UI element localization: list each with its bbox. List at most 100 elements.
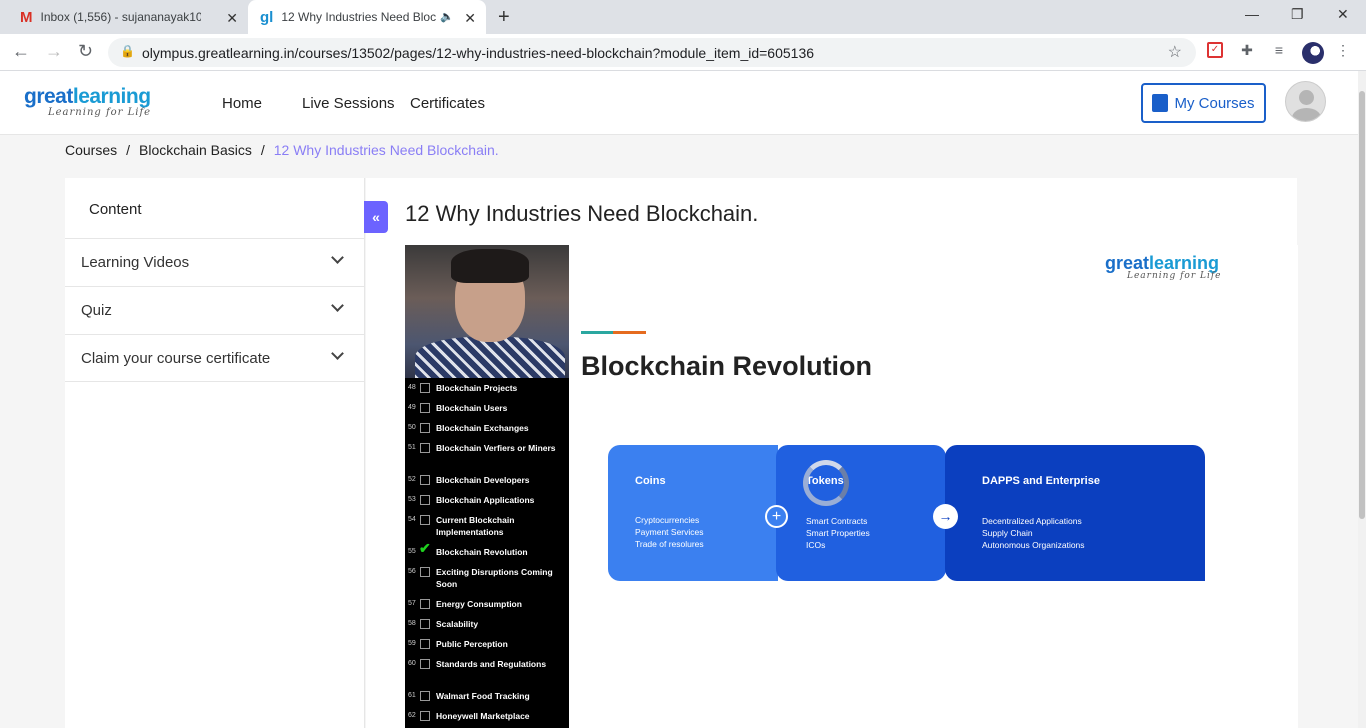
slide-title: Blockchain Revolution [581, 351, 873, 381]
card-coins: Coins Cryptocurrencies Payment Services … [608, 445, 778, 581]
loading-spinner-icon [803, 460, 849, 506]
topic-label: Energy Consumption [436, 599, 522, 609]
lock-icon[interactable]: 🔒 [120, 44, 135, 58]
accent-bar-teal [581, 331, 613, 334]
sidebar-item-label: Quiz [81, 302, 112, 319]
back-icon[interactable]: ← [12, 41, 30, 62]
browser-toolbar: ← → ↻ 🔒 olympus.greatlearning.in/courses… [0, 34, 1366, 71]
user-avatar[interactable] [1285, 81, 1326, 122]
my-courses-button[interactable]: My Courses [1141, 83, 1266, 123]
checkbox-icon [420, 599, 430, 609]
card-heading: Coins [635, 475, 666, 487]
new-tab-button[interactable]: + [498, 6, 510, 29]
checkbox-icon [420, 619, 430, 629]
extension-pocket-icon[interactable]: ✓ [1207, 42, 1223, 58]
tab-course-page[interactable]: gl 12 Why Industries Need Bloc 🔈 ✕ [248, 0, 486, 34]
card-line: Smart Contracts [806, 516, 868, 526]
topic-label: Blockchain Applications [436, 495, 535, 505]
topic-label: Walmart Food Tracking [436, 691, 530, 701]
breadcrumb-courses[interactable]: Courses [65, 142, 117, 158]
topic-number: 55 [408, 548, 416, 555]
logo-learning: learning [72, 85, 151, 108]
topic-label: Blockchain Users [436, 403, 508, 413]
topic-number: 51 [408, 444, 416, 451]
tab-title: 12 Why Industries Need Bloc [281, 10, 437, 24]
card-lines: Smart Contracts Smart Properties ICOs [806, 515, 870, 551]
address-bar[interactable]: 🔒 olympus.greatlearning.in/courses/13502… [108, 38, 1196, 67]
site-header: greatlearning Learning for Life Home Liv… [0, 71, 1358, 135]
topic-number: 48 [408, 384, 416, 391]
media-control-icon[interactable]: ≡ [1270, 42, 1288, 60]
scrollbar-thumb[interactable] [1359, 91, 1365, 519]
instructor-hair [451, 249, 529, 283]
checkbox-icon [420, 475, 430, 485]
browser-tab-bar: M Inbox (1,556) - sujananayak10@g ✕ gl 1… [0, 0, 1366, 34]
checkbox-icon [420, 691, 430, 701]
sidebar-item-claim-certificate[interactable]: Claim your course certificate [65, 334, 364, 382]
breadcrumb-separator: / [260, 142, 265, 158]
forward-icon[interactable]: → [45, 41, 63, 62]
reload-icon[interactable]: ↻ [78, 41, 93, 62]
collapse-sidebar-button[interactable]: « [364, 201, 388, 233]
my-courses-label: My Courses [1174, 94, 1255, 112]
sidebar-item-label: Claim your course certificate [81, 349, 271, 367]
page-scrollbar[interactable] [1358, 71, 1366, 728]
menu-icon[interactable]: ⋮ [1334, 42, 1352, 60]
topic-number: 62 [408, 712, 416, 719]
restore-icon[interactable]: ❐ [1291, 6, 1304, 23]
nav-live-sessions[interactable]: Live Sessions [302, 95, 395, 112]
card-lines: Cryptocurrencies Payment Services Trade … [635, 514, 704, 550]
card-lines: Decentralized Applications Supply Chain … [982, 515, 1085, 551]
checkbox-icon [420, 639, 430, 649]
slide: greatlearning Learning for Life Blockcha… [569, 245, 1298, 728]
checkbox-icon [420, 423, 430, 433]
greatlearning-favicon: gl [260, 8, 274, 26]
minimize-icon[interactable]: — [1245, 6, 1259, 22]
nav-home[interactable]: Home [222, 95, 262, 112]
sidebar-item-quiz[interactable]: Quiz [65, 286, 364, 334]
topic-number: 57 [408, 600, 416, 607]
extensions-puzzle-icon[interactable]: ✚ [1238, 42, 1256, 60]
topic-label: Blockchain Projects [436, 383, 518, 393]
checkbox-icon [420, 515, 430, 525]
topic-number: 56 [408, 568, 416, 575]
close-window-icon[interactable]: ✕ [1337, 6, 1349, 23]
bookmark-star-icon[interactable]: ☆ [1168, 42, 1182, 62]
card-line: Cryptocurrencies [635, 515, 700, 525]
page-title: 12 Why Industries Need Blockchain. [405, 201, 759, 226]
topic-label: Exciting Disruptions Coming Soon [436, 567, 553, 589]
checkbox-icon [420, 659, 430, 669]
chevron-down-icon [331, 299, 344, 312]
sidebar-heading: Content [89, 201, 142, 218]
logo-tagline: Learning for Life [48, 107, 152, 118]
breadcrumb-separator: / [126, 142, 131, 158]
avatar-head [1299, 90, 1314, 105]
audio-playing-icon[interactable]: 🔈 [440, 10, 454, 23]
tab-gmail[interactable]: M Inbox (1,556) - sujananayak10@g ✕ [8, 0, 248, 34]
topic-label: Blockchain Revolution [436, 547, 528, 557]
card-line: Payment Services [635, 527, 704, 537]
close-tab-icon[interactable]: ✕ [226, 10, 238, 27]
topic-label: Blockchain Developers [436, 475, 530, 485]
logo-great: great [24, 85, 73, 108]
breadcrumb-blockchain-basics[interactable]: Blockchain Basics [139, 142, 252, 158]
topic-number: 61 [408, 692, 416, 699]
checkbox-icon [420, 383, 430, 393]
card-line: Supply Chain [982, 528, 1033, 538]
slide-logo: greatlearning Learning for Life [1105, 253, 1222, 281]
instructor-webcam [405, 245, 569, 387]
book-icon [1152, 94, 1169, 112]
slide-logo-great: great [1105, 253, 1150, 273]
close-tab-icon[interactable]: ✕ [464, 10, 476, 27]
checkbox-icon [420, 567, 430, 577]
card-tokens: Tokens Smart Contracts Smart Properties … [776, 445, 946, 581]
sidebar-item-learning-videos[interactable]: Learning Videos [65, 238, 364, 286]
chevron-down-icon [331, 251, 344, 264]
gmail-icon: M [20, 8, 33, 26]
browser-profile-avatar[interactable] [1302, 42, 1324, 64]
greatlearning-logo[interactable]: greatlearning Learning for Life [24, 85, 151, 118]
content-sidebar: Content Learning Videos Quiz Claim your … [65, 178, 365, 728]
video-player[interactable]: 48 Blockchain Projects 49 Blockchain Users 5… [405, 245, 1298, 728]
nav-certificates[interactable]: Certificates [410, 95, 485, 112]
topic-label: Honeywell Marketplace [436, 711, 530, 721]
